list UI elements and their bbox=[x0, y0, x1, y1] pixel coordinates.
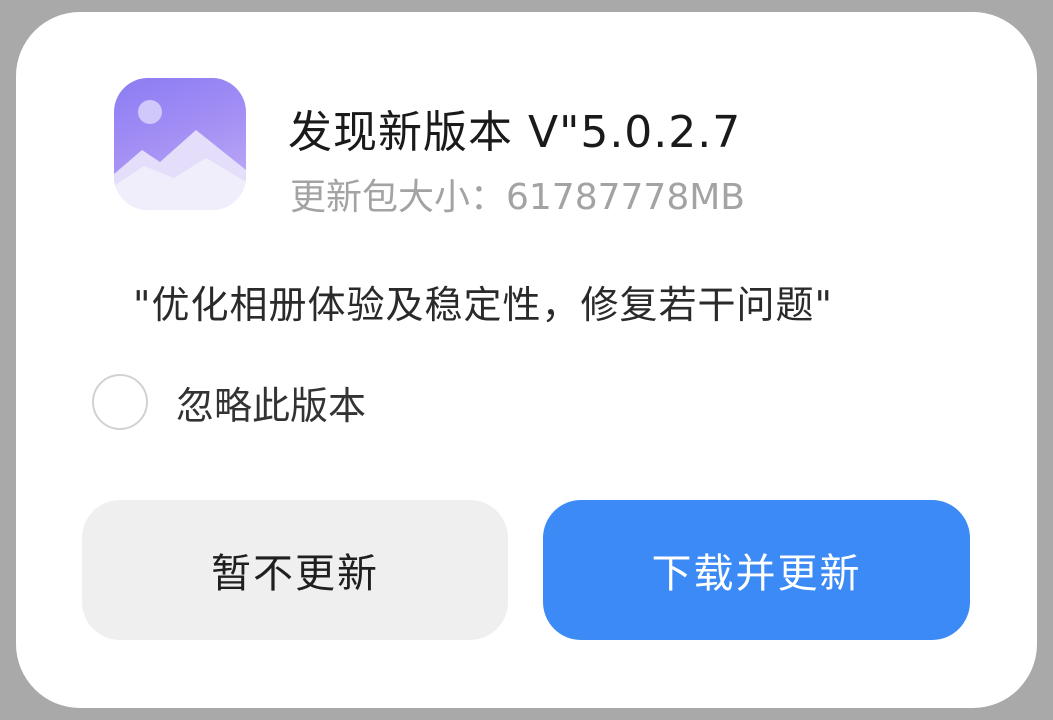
ignore-version-option[interactable]: 忽略此版本 bbox=[92, 370, 366, 434]
skip-update-button[interactable]: 暂不更新 bbox=[82, 500, 508, 640]
ignore-version-label: 忽略此版本 bbox=[176, 383, 367, 428]
download-update-button[interactable]: 下载并更新 bbox=[543, 500, 970, 640]
gallery-icon bbox=[114, 78, 246, 210]
update-dialog: 发现新版本 V"5.0.2.7 更新包大小：61787778MB "优化相册体验… bbox=[16, 12, 1037, 708]
ignore-version-radio[interactable] bbox=[92, 374, 148, 430]
release-notes: "优化相册体验及稳定性，修复若干问题" bbox=[133, 283, 833, 327]
package-size: 更新包大小：61787778MB bbox=[290, 177, 745, 218]
dialog-title: 发现新版本 V"5.0.2.7 bbox=[288, 107, 742, 158]
